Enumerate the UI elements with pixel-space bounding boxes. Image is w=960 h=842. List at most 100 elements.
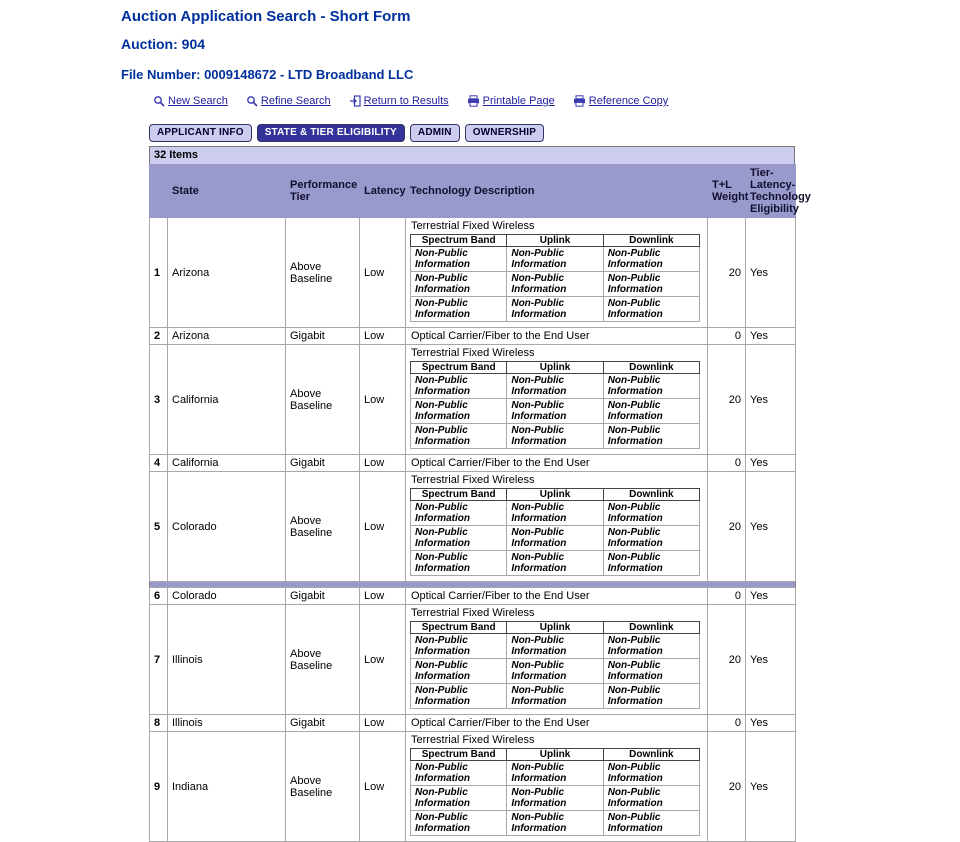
spectrum-value: Non-Public Information (603, 786, 699, 811)
spectrum-row: Non-Public InformationNon-Public Informa… (411, 526, 700, 551)
state-cell: Colorado (168, 588, 286, 605)
spectrum-value: Non-Public Information (507, 501, 603, 526)
spectrum-row: Non-Public InformationNon-Public Informa… (411, 761, 700, 786)
spectrum-row: Non-Public Information Non-Public Informa… (411, 272, 700, 297)
tl-weight-cell: 20 (708, 605, 746, 715)
spectrum-row: Non-Public InformationNon-Public Informa… (411, 551, 700, 576)
technology-description: Terrestrial Fixed Wireless (410, 219, 703, 233)
eligibility-cell: Yes (746, 472, 796, 582)
spectrum-column-header-downlink: Downlink (603, 749, 699, 761)
spectrum-value: Non-Public Information (411, 247, 507, 272)
spectrum-header-row: Spectrum BandUplinkDownlink (411, 622, 700, 634)
spectrum-column-header-uplink: Uplink (507, 749, 603, 761)
latency-cell: Low (360, 588, 406, 605)
tl-weight-cell: 20 (708, 472, 746, 582)
technology-description: Optical Carrier/Fiber to the End User (410, 589, 703, 603)
technology-description: Optical Carrier/Fiber to the End User (410, 329, 703, 343)
spectrum-column-header-downlink: Downlink (603, 362, 699, 374)
eligibility-cell: Yes (746, 218, 796, 328)
table-row: 9IndianaAbove BaselineLowTerrestrial Fix… (150, 732, 796, 842)
spectrum-value: Non-Public Information (603, 374, 699, 399)
spectrum-value: Non-Public Information (603, 272, 699, 297)
spectrum-band-table: Spectrum BandUplinkDownlinkNon-Public In… (410, 361, 700, 449)
spectrum-row: Non-Public InformationNon-Public Informa… (411, 297, 700, 322)
technology-description: Terrestrial Fixed Wireless (410, 733, 703, 747)
tab-admin[interactable]: ADMIN (410, 124, 460, 142)
spectrum-value: Non-Public Information (603, 424, 699, 449)
spectrum-value: Non-Public Information (411, 272, 507, 297)
printer-icon (467, 95, 480, 107)
link-reference-copy[interactable]: Reference Copy (573, 95, 669, 107)
technology-cell: Terrestrial Fixed WirelessSpectrum BandU… (406, 605, 708, 715)
spectrum-value: Non-Public Information (603, 501, 699, 526)
link-label: New Search (168, 95, 228, 107)
spectrum-value: Non-Public Information (411, 811, 507, 836)
column-header-row-number (150, 165, 168, 218)
latency-cell: Low (360, 715, 406, 732)
tab-ownership[interactable]: OWNERSHIP (465, 124, 544, 142)
spectrum-column-header-uplink: Uplink (507, 622, 603, 634)
spectrum-band-table: Spectrum BandUplinkDownlinkNon-Public In… (410, 234, 700, 322)
latency-cell: Low (360, 328, 406, 345)
tab-state-tier-eligibility[interactable]: STATE & TIER ELIGIBILITY (257, 124, 405, 142)
spectrum-row: Non-Public InformationNon-Public Informa… (411, 399, 700, 424)
link-return-to-results[interactable]: Return to Results (349, 95, 449, 107)
spectrum-header-row: Spectrum BandUplinkDownlink (411, 235, 700, 247)
table-row: 1ArizonaAbove BaselineLowTerrestrial Fix… (150, 218, 796, 328)
spectrum-value: Non-Public Information (411, 634, 507, 659)
spectrum-band-table: Spectrum BandUplinkDownlinkNon-Public In… (410, 621, 700, 709)
technology-description: Terrestrial Fixed Wireless (410, 473, 703, 487)
spectrum-value: Non-Public Information (411, 374, 507, 399)
spectrum-value: Non-Public Information (603, 634, 699, 659)
spectrum-column-header-uplink: Uplink (507, 235, 603, 247)
link-printable-page[interactable]: Printable Page (467, 95, 555, 107)
link-refine-search[interactable]: Refine Search (246, 95, 331, 107)
row-number: 6 (150, 588, 168, 605)
tl-weight-cell: 0 (708, 588, 746, 605)
link-label: Reference Copy (589, 95, 669, 107)
technology-cell: Optical Carrier/Fiber to the End User (406, 328, 708, 345)
spectrum-value: Non-Public Information (603, 247, 699, 272)
latency-cell: Low (360, 605, 406, 715)
column-header-tier-latency-technology-eligibility: Tier-Latency-Technology Eligibility (746, 165, 796, 218)
spectrum-value: Non-Public Information (507, 811, 603, 836)
performance-tier-cell: Gigabit (286, 715, 360, 732)
spectrum-row: Non-Public Information Non-Public Informa… (411, 247, 700, 272)
eligibility-cell: Yes (746, 455, 796, 472)
link-label: Printable Page (483, 95, 555, 107)
technology-description: Optical Carrier/Fiber to the End User (410, 456, 703, 470)
spectrum-column-header-spectrum-band: Spectrum Band (411, 489, 507, 501)
spectrum-column-header-downlink: Downlink (603, 235, 699, 247)
column-header-performance-tier: Performance Tier (286, 165, 360, 218)
spectrum-value: Non-Public Information (507, 634, 603, 659)
spectrum-row: Non-Public InformationNon-Public Informa… (411, 501, 700, 526)
performance-tier-cell: Above Baseline (286, 345, 360, 455)
spectrum-value: Non-Public Information (603, 761, 699, 786)
printer-icon (573, 95, 586, 107)
state-cell: Colorado (168, 472, 286, 582)
row-number: 8 (150, 715, 168, 732)
spectrum-column-header-spectrum-band: Spectrum Band (411, 622, 507, 634)
tab-bar: APPLICANT INFO STATE & TIER ELIGIBILITY AD… (149, 124, 960, 142)
eligibility-cell: Yes (746, 588, 796, 605)
search-icon (153, 95, 165, 107)
spectrum-band-table: Spectrum BandUplinkDownlinkNon-Public In… (410, 748, 700, 836)
state-cell: Illinois (168, 715, 286, 732)
performance-tier-cell: Gigabit (286, 455, 360, 472)
performance-tier-cell: Above Baseline (286, 732, 360, 842)
eligibility-cell: Yes (746, 605, 796, 715)
return-icon (349, 95, 361, 107)
spectrum-value: Non-Public Information (603, 659, 699, 684)
tab-applicant-info[interactable]: APPLICANT INFO (149, 124, 252, 142)
table-row: 4CaliforniaGigabitLowOptical Carrier/Fib… (150, 455, 796, 472)
eligibility-cell: Yes (746, 715, 796, 732)
link-new-search[interactable]: New Search (153, 95, 228, 107)
tl-weight-cell: 0 (708, 455, 746, 472)
tl-weight-cell: 0 (708, 328, 746, 345)
spectrum-row: Non-Public InformationNon-Public Informa… (411, 634, 700, 659)
table-row: 8IllinoisGigabitLowOptical Carrier/Fiber… (150, 715, 796, 732)
tl-weight-cell: 20 (708, 732, 746, 842)
tl-weight-cell: 20 (708, 345, 746, 455)
latency-cell: Low (360, 732, 406, 842)
spectrum-value: Non-Public Information (411, 786, 507, 811)
